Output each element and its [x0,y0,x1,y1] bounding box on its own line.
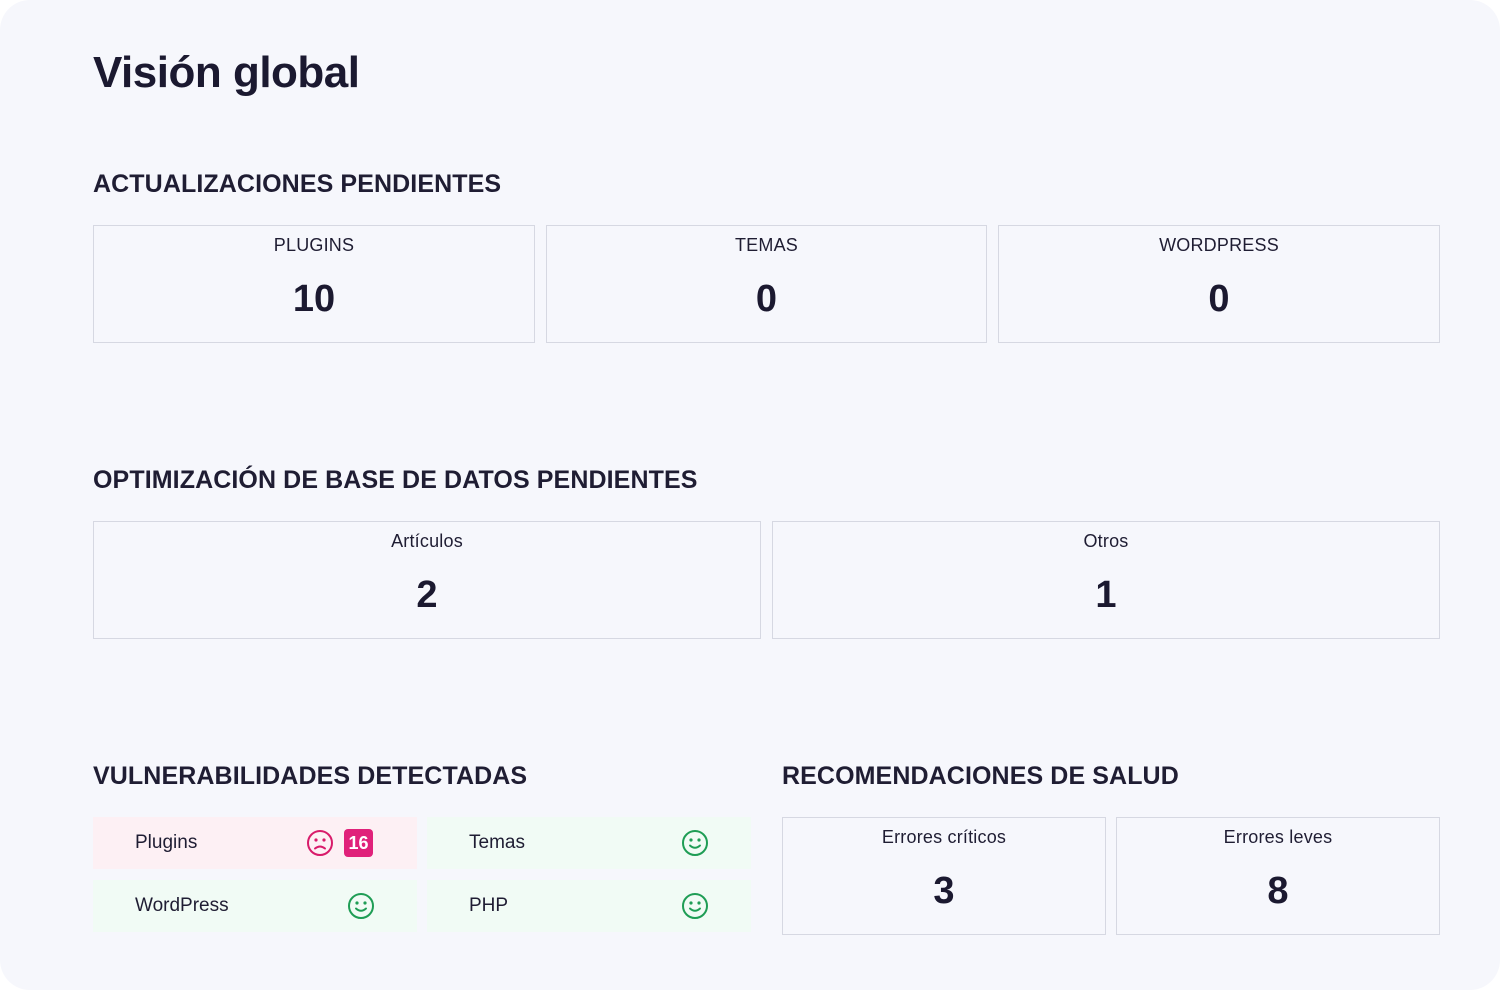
db-card-articles[interactable]: Artículos 2 [93,521,761,639]
vuln-label: WordPress [135,895,229,916]
vuln-count-badge: 16 [344,829,373,857]
updates-card-wordpress[interactable]: WORDPRESS 0 [998,225,1440,343]
sad-face-icon [307,830,333,856]
card-label: Otros [1083,531,1129,551]
card-label: Errores leves [1223,827,1333,847]
card-label: Errores críticos [881,827,1007,847]
health-section-title: RECOMENDACIONES DE SALUD [782,762,1179,790]
card-value: 0 [1208,278,1230,320]
card-value: 2 [416,574,438,616]
db-section-title: OPTIMIZACIÓN DE BASE DE DATOS PENDIENTES [93,466,698,494]
smile-face-icon [682,830,708,856]
card-value: 8 [1267,870,1289,912]
card-value: 10 [292,278,336,320]
vuln-wordpress[interactable]: WordPress [93,880,417,932]
updates-section-title: ACTUALIZACIONES PENDIENTES [93,170,502,198]
overview-panel: Visión global ACTUALIZACIONES PENDIENTES… [0,0,1500,990]
updates-card-themes[interactable]: TEMAS 0 [546,225,987,343]
smile-face-icon [682,893,708,919]
vuln-label: PHP [469,895,509,916]
vuln-themes[interactable]: Temas [427,817,751,869]
vuln-label: Temas [469,832,525,853]
vuln-plugins[interactable]: Plugins 16 [93,817,417,869]
card-label: TEMAS [734,235,798,255]
vuln-php[interactable]: PHP [427,880,751,932]
card-value: 1 [1095,574,1117,616]
smile-face-icon [348,893,374,919]
card-value: 3 [933,870,955,912]
health-card-minor[interactable]: Errores leves 8 [1116,817,1440,935]
card-label: PLUGINS [273,235,355,255]
page-title: Visión global [93,48,360,97]
vulns-section-title: VULNERABILIDADES DETECTADAS [93,762,528,790]
vuln-label: Plugins [135,832,198,853]
health-card-critical[interactable]: Errores críticos 3 [782,817,1106,935]
db-card-others[interactable]: Otros 1 [772,521,1440,639]
card-value: 0 [755,278,778,320]
updates-card-plugins[interactable]: PLUGINS 10 [93,225,535,343]
card-label: WORDPRESS [1159,235,1279,255]
card-label: Artículos [391,531,463,551]
